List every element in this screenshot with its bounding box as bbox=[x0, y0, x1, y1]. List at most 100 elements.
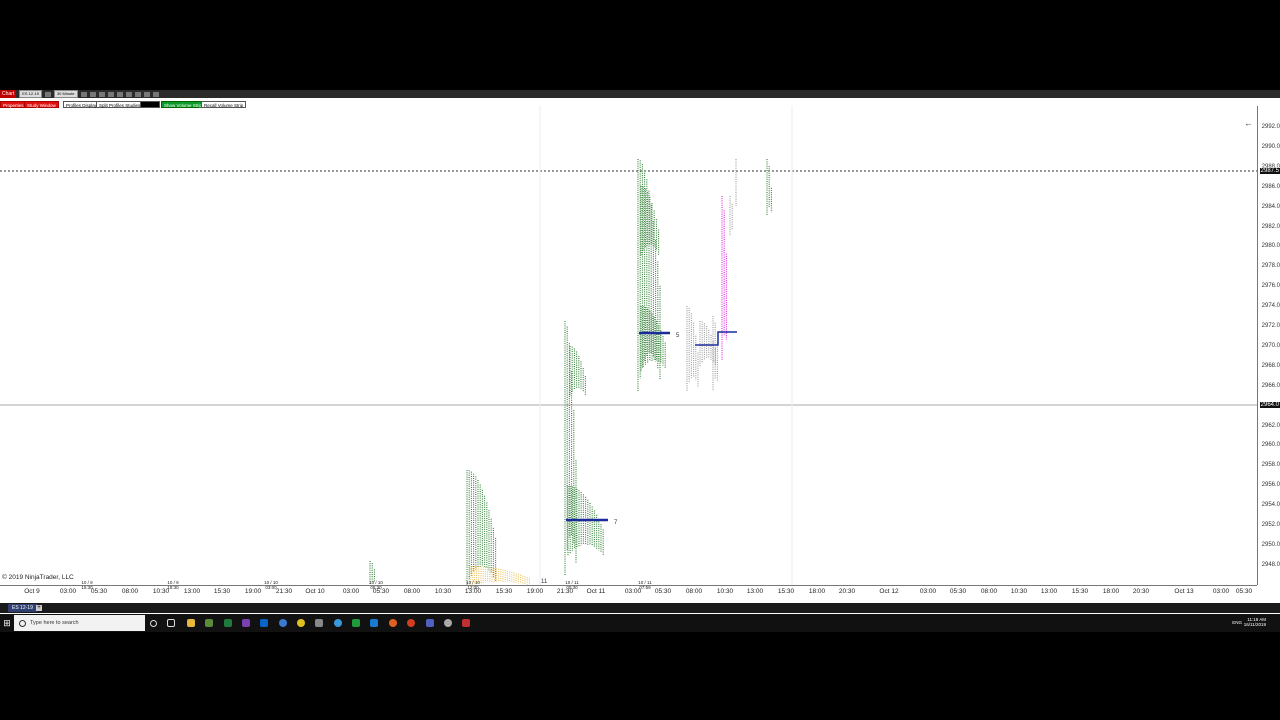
price-axis-label: 2986.0 bbox=[1261, 183, 1280, 190]
time-axis-label: 05:30 bbox=[654, 588, 672, 595]
price-axis-label: 2978.0 bbox=[1261, 263, 1280, 270]
time-axis-label: 10:30 bbox=[716, 588, 734, 595]
edge-icon[interactable] bbox=[279, 619, 287, 627]
app-icon[interactable] bbox=[407, 619, 415, 627]
time-axis-label: 20:30 bbox=[1132, 588, 1150, 595]
chart-tab[interactable]: ES 12-19 bbox=[8, 604, 37, 612]
time-axis[interactable]: Oct 9 03:00 05:30 08:00 10:30 13:00 15:30 19:00… bbox=[0, 585, 1257, 600]
time-axis-label: Oct 13 bbox=[1174, 588, 1194, 595]
price-axis[interactable]: 2992.0 2990.0 2988.0 2986.0 2984.0 2982.0 2980… bbox=[1257, 106, 1280, 585]
taskbar-search-input[interactable]: Type here to search bbox=[14, 615, 145, 631]
app-icon[interactable] bbox=[444, 619, 452, 627]
time-axis-label: 15:30 bbox=[1071, 588, 1089, 595]
time-axis-label: 18:00 bbox=[1102, 588, 1120, 595]
chart-tab-bar: ES 12-19 + bbox=[0, 603, 1280, 613]
app-icon[interactable] bbox=[205, 619, 213, 627]
price-axis-label: 2972.0 bbox=[1261, 323, 1280, 329]
price-axis-label: 2968.0 bbox=[1261, 362, 1280, 369]
cortana-icon[interactable] bbox=[150, 620, 157, 627]
pointer-icon[interactable] bbox=[80, 91, 87, 97]
text-tool-icon[interactable] bbox=[125, 91, 132, 97]
app-icon[interactable] bbox=[334, 619, 342, 627]
indicators-icon[interactable] bbox=[143, 91, 150, 97]
time-axis-label: 15:30 bbox=[777, 588, 795, 595]
copyright-text: © 2019 NinjaTrader, LLC bbox=[2, 574, 74, 581]
time-axis-label: 15:30 bbox=[495, 588, 513, 595]
price-axis-label: 2980.0 bbox=[1261, 243, 1280, 250]
time-axis-label: Oct 11 bbox=[586, 588, 606, 595]
time-axis-label: 10:30 bbox=[434, 588, 452, 595]
excel-icon[interactable] bbox=[224, 619, 232, 627]
price-axis-label: 2948.0 bbox=[1261, 561, 1280, 568]
back-arrow-icon[interactable]: ← bbox=[1244, 118, 1253, 128]
search-icon bbox=[19, 620, 26, 627]
language-indicator[interactable]: ENG bbox=[1232, 620, 1242, 625]
app-icon[interactable] bbox=[315, 619, 323, 627]
time-axis-label: 15:30 bbox=[213, 588, 231, 595]
time-axis-label: 08:00 bbox=[980, 588, 998, 595]
chart-area[interactable]: 5 7 11 ← 10 / 9 15:30 10 / 9 18:30 10 / 10 0… bbox=[0, 106, 1257, 590]
chrome-icon[interactable] bbox=[297, 619, 305, 627]
market-profile-chart[interactable]: 5711 bbox=[0, 106, 1257, 585]
price-axis-label: 2954.0 bbox=[1261, 502, 1280, 509]
strategies-icon[interactable] bbox=[152, 91, 159, 97]
chart-menu-button[interactable]: Chart bbox=[0, 90, 17, 98]
windows-start-icon[interactable]: ⊞ bbox=[0, 614, 14, 632]
file-explorer-icon[interactable] bbox=[187, 619, 195, 627]
price-axis-label: 2976.0 bbox=[1261, 283, 1280, 290]
time-axis-label: Oct 12 bbox=[879, 588, 899, 595]
time-axis-label: 10:30 bbox=[152, 588, 170, 595]
visual-studio-icon[interactable] bbox=[242, 619, 250, 627]
chart-toolbar: Chart ES 12-19 30 Minute bbox=[0, 90, 1280, 98]
ninjatrader-icon[interactable] bbox=[462, 619, 470, 627]
price-axis-label: 2984.0 bbox=[1261, 203, 1280, 210]
time-axis-label: 05:30 bbox=[1235, 588, 1253, 595]
crosshair-icon[interactable] bbox=[89, 91, 96, 97]
price-axis-label: 2970.0 bbox=[1261, 342, 1280, 349]
time-axis-label: 05:30 bbox=[372, 588, 390, 595]
time-axis-label: 21:30 bbox=[556, 588, 574, 595]
time-axis-label: 20:30 bbox=[838, 588, 856, 595]
time-axis-label: 19:00 bbox=[526, 588, 544, 595]
price-marker-label: 2987.5 bbox=[1259, 168, 1280, 174]
system-clock[interactable]: 11:18 AM 16/11/2019 bbox=[1244, 617, 1266, 627]
time-axis-label: 08:00 bbox=[403, 588, 421, 595]
windows-taskbar: ⊞ Type here to search ENG 11:18 AM 16/11… bbox=[0, 614, 1280, 632]
instrument-selector[interactable]: ES 12-19 bbox=[19, 90, 42, 98]
time-axis-label: 10:30 bbox=[1010, 588, 1028, 595]
app-icon[interactable] bbox=[426, 619, 434, 627]
outlook-icon[interactable] bbox=[260, 619, 268, 627]
price-axis-label: 2982.0 bbox=[1261, 223, 1280, 230]
time-axis-label: 03:00 bbox=[1212, 588, 1230, 595]
search-placeholder: Type here to search bbox=[30, 620, 79, 626]
time-axis-label: 08:00 bbox=[121, 588, 139, 595]
app-icon[interactable] bbox=[352, 619, 360, 627]
price-axis-label: 2974.0 bbox=[1261, 303, 1280, 310]
time-axis-label: 08:00 bbox=[685, 588, 703, 595]
study-buttons-bar: Properties Study Window Profiles Display… bbox=[0, 98, 1280, 108]
price-axis-label: 2958.0 bbox=[1261, 462, 1280, 469]
price-axis-label: 2956.0 bbox=[1261, 482, 1280, 489]
time-axis-label: 03:00 bbox=[59, 588, 77, 595]
price-axis-label: 2950.0 bbox=[1261, 541, 1280, 548]
toolbar-icon[interactable] bbox=[44, 91, 51, 97]
app-icon[interactable] bbox=[370, 619, 378, 627]
add-tab-button[interactable]: + bbox=[36, 605, 42, 611]
drawing-tool-icon[interactable] bbox=[107, 91, 114, 97]
interval-selector[interactable]: 30 Minute bbox=[53, 90, 78, 98]
zoom-icon[interactable] bbox=[98, 91, 105, 97]
time-axis-label: 19:00 bbox=[244, 588, 262, 595]
price-axis-label: 2960.0 bbox=[1261, 442, 1280, 449]
time-axis-label: 03:00 bbox=[624, 588, 642, 595]
properties-icon[interactable] bbox=[134, 91, 141, 97]
time-axis-label: 05:30 bbox=[90, 588, 108, 595]
time-axis-label: 03:00 bbox=[342, 588, 360, 595]
time-axis-label: Oct 9 bbox=[24, 588, 40, 595]
firefox-icon[interactable] bbox=[389, 619, 397, 627]
time-axis-label: 03:00 bbox=[919, 588, 937, 595]
time-axis-label: 13:00 bbox=[183, 588, 201, 595]
line-tool-icon[interactable] bbox=[116, 91, 123, 97]
time-axis-label: 05:30 bbox=[949, 588, 967, 595]
task-view-icon[interactable] bbox=[167, 619, 175, 627]
price-marker-label: 2964.0 bbox=[1259, 402, 1280, 408]
